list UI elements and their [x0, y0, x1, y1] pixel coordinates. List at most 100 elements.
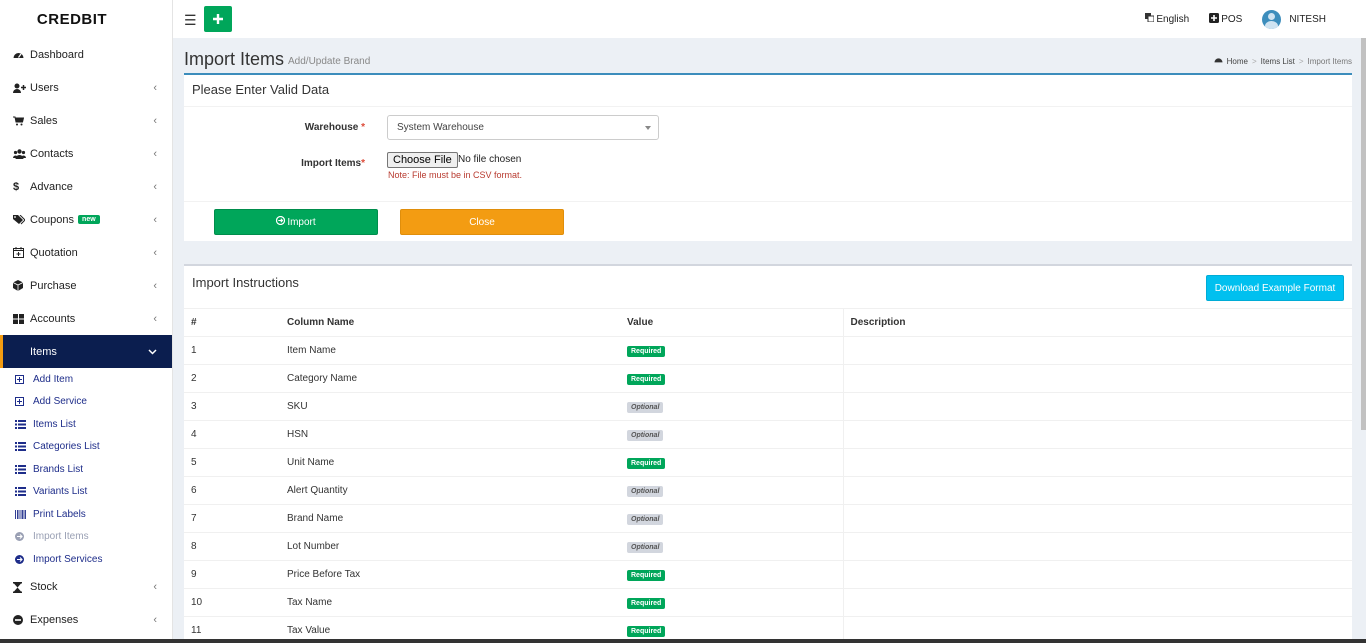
value-cell: Required: [620, 336, 843, 365]
barcode-icon: [15, 509, 33, 519]
column-name: Lot Number: [280, 532, 620, 561]
sidebar-item-contacts[interactable]: Contacts ‹: [0, 137, 172, 170]
table-row: 8 Lot Number Optional: [184, 532, 1352, 561]
sidebar-item-sales[interactable]: Sales ‹: [0, 104, 172, 137]
column-header: Value: [620, 308, 843, 337]
page-subtitle: Add/Update Brand: [288, 56, 371, 67]
sidebar-subitem-categories-list[interactable]: Categories List: [0, 436, 172, 459]
pos-label: POS: [1221, 13, 1243, 25]
file-format-note: Note: File must be in CSV format.: [388, 170, 523, 180]
row-number: 2: [184, 364, 280, 393]
menu-toggle-icon[interactable]: ☰: [184, 12, 197, 29]
row-number: 5: [184, 448, 280, 477]
sidebar-item-users[interactable]: Users ‹: [0, 71, 172, 104]
table-row: 3 SKU Optional: [184, 392, 1352, 421]
sidebar-item-stock[interactable]: Stock ‹: [0, 571, 172, 604]
file-status: No file chosen: [458, 154, 522, 165]
sidebar-subitem-label: Add Item: [33, 373, 74, 385]
minus-circle-icon: [13, 615, 30, 625]
chevron-down-icon: [148, 346, 157, 358]
plus-square-icon: [15, 374, 33, 384]
calendar-plus-icon: [13, 247, 30, 258]
page-scrollbar[interactable]: [1361, 38, 1366, 430]
breadcrumb-home[interactable]: Home: [1227, 57, 1248, 66]
breadcrumb-current: Import Items: [1307, 56, 1352, 66]
value-cell: Required: [620, 560, 843, 589]
sidebar-subitem-brands-list[interactable]: Brands List: [0, 458, 172, 481]
table-row: 6 Alert Quantity Optional: [184, 476, 1352, 505]
pos-link[interactable]: POS: [1209, 12, 1243, 26]
sidebar-subitem-label: Print Labels: [33, 508, 86, 520]
row-number: 4: [184, 420, 280, 449]
list-icon: [15, 419, 33, 429]
caret-down-icon: [645, 126, 651, 130]
avatar: [1262, 9, 1282, 29]
chevron-left-icon: ‹: [153, 614, 157, 626]
column-name: HSN: [280, 420, 620, 449]
required-badge: Required: [627, 373, 666, 385]
sidebar-item-quotation[interactable]: Quotation ‹: [0, 236, 172, 269]
chevron-left-icon: ‹: [153, 114, 157, 127]
user-plus-icon: [13, 83, 30, 93]
sidebar-item-label: Sales: [30, 114, 58, 127]
row-number: 1: [184, 336, 280, 365]
column-name: Unit Name: [280, 448, 620, 477]
sidebar-item-label: Quotation: [30, 246, 78, 259]
sidebar-subitem-variants-list[interactable]: Variants List: [0, 481, 172, 504]
download-example-button[interactable]: Download Example Format: [1206, 275, 1344, 301]
value-cell: Optional: [620, 476, 843, 505]
row-number: 10: [184, 588, 280, 617]
sidebar-item-expenses[interactable]: Expenses ‹: [0, 604, 172, 637]
sidebar-subitem-print-labels[interactable]: Print Labels: [0, 503, 172, 526]
sidebar-item-accounts[interactable]: Accounts ‹: [0, 302, 172, 335]
language-selector[interactable]: English: [1145, 13, 1189, 25]
sidebar-item-label: Accounts: [30, 312, 76, 325]
row-number: 8: [184, 532, 280, 561]
row-number: 6: [184, 476, 280, 505]
sidebar-item-label: Dashboard: [30, 48, 84, 61]
table-row: 1 Item Name Required: [184, 336, 1352, 365]
sidebar-item-dashboard[interactable]: Dashboard: [0, 38, 172, 71]
sidebar: CREDBIT Dashboard Users ‹ Sales ‹ Contac…: [0, 0, 173, 643]
brand-logo[interactable]: CREDBIT: [0, 0, 172, 38]
column-name: Category Name: [280, 364, 620, 393]
warehouse-label: Warehouse *: [279, 122, 365, 133]
import-items-label: Import Items*: [279, 158, 365, 169]
warehouse-select[interactable]: System Warehouse: [387, 115, 659, 140]
sidebar-subitem-label: Import Items: [33, 531, 89, 543]
import-button-label: Import: [287, 216, 316, 228]
sidebar-subitem-label: Items List: [33, 418, 76, 430]
user-menu[interactable]: NITESH: [1262, 9, 1326, 29]
sidebar-item-label: Coupons: [30, 213, 75, 226]
close-button[interactable]: Close: [400, 209, 564, 235]
breadcrumb-separator: >: [1298, 56, 1304, 66]
sidebar-item-advance[interactable]: $ Advance ‹: [0, 170, 172, 203]
warehouse-select-value: System Warehouse: [397, 122, 484, 133]
sidebar-item-items[interactable]: Items: [0, 335, 172, 368]
sidebar-subitem-label: Import Services: [33, 553, 103, 565]
grid-icon: [13, 313, 30, 324]
sidebar-item-purchase[interactable]: Purchase ‹: [0, 269, 172, 302]
warehouse-label-text: Warehouse: [304, 122, 359, 133]
list-icon: [15, 442, 33, 452]
table-row: 5 Unit Name Required: [184, 448, 1352, 477]
import-button[interactable]: Import: [214, 209, 378, 235]
sidebar-item-coupons[interactable]: Coupons new ‹: [0, 203, 172, 236]
language-label: English: [1156, 13, 1190, 25]
sidebar-subitem-import-services[interactable]: Import Services: [0, 548, 172, 571]
sidebar-subitem-add-service[interactable]: Add Service: [0, 391, 172, 414]
sidebar-subitem-add-item[interactable]: Add Item: [0, 368, 172, 391]
column-header: Column Name: [280, 308, 620, 337]
language-icon: [1145, 13, 1155, 25]
table-row: 2 Category Name Required: [184, 364, 1352, 393]
table-row: 7 Brand Name Optional: [184, 504, 1352, 533]
value-cell: Required: [620, 448, 843, 477]
breadcrumb-items-list[interactable]: Items List: [1261, 57, 1295, 66]
import-items-label-text: Import Items: [301, 158, 362, 169]
choose-file-button[interactable]: Choose File: [387, 152, 458, 168]
value-cell: Optional: [620, 420, 843, 449]
quick-add-button[interactable]: [204, 6, 232, 32]
sidebar-subitem-items-list[interactable]: Items List: [0, 413, 172, 436]
column-name: SKU: [280, 392, 620, 421]
sidebar-subitem-import-items[interactable]: Import Items: [0, 526, 172, 549]
